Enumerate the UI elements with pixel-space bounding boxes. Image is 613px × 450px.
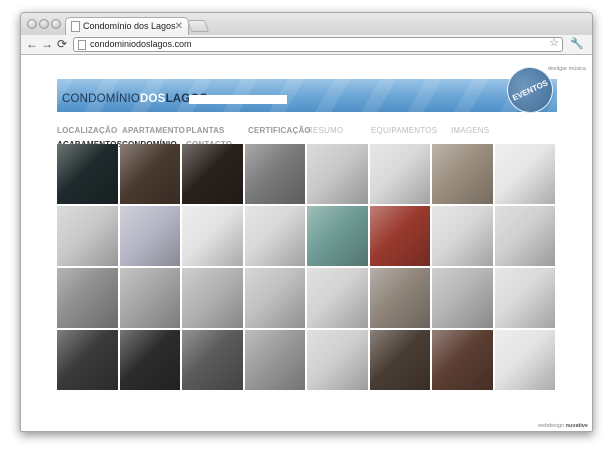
subnav-imagens[interactable]: IMAGENS	[451, 126, 489, 135]
range-hood-photo[interactable]	[244, 144, 306, 205]
kitchen-sink-photo[interactable]	[307, 144, 369, 205]
bath-tap-photo[interactable]	[432, 206, 494, 267]
nav-localizacao[interactable]: LOCALIZAÇÃO	[57, 126, 117, 135]
subnav-resumo[interactable]: RESUMO	[307, 126, 343, 135]
air-vent-photo[interactable]	[307, 330, 369, 391]
bookmark-star-icon[interactable]: ☆	[549, 37, 559, 50]
alarm-keypad-photo[interactable]	[182, 206, 244, 267]
ceramic-hob-photo[interactable]	[57, 144, 119, 205]
finishes-gallery	[57, 144, 557, 392]
browser-window: Condomínio dos Lagos ✕ ← → ⟳ condominiod…	[20, 12, 593, 432]
new-tab-button[interactable]	[186, 20, 210, 32]
blinds-kitchen-photo[interactable]	[369, 268, 431, 329]
minimize-window-button[interactable]	[39, 19, 49, 29]
logo-part-2: DOS	[140, 93, 166, 105]
page-icon	[78, 40, 86, 50]
wall-basin-photo[interactable]	[494, 206, 556, 267]
shower-mixer-photo[interactable]	[57, 268, 119, 329]
url-text: condominiodoslagos.com	[90, 39, 192, 49]
toilet-photo[interactable]	[244, 268, 306, 329]
shutter-photo[interactable]	[119, 330, 181, 391]
roller-blind-photo[interactable]	[182, 330, 244, 391]
bath-spout-photo[interactable]	[494, 268, 556, 329]
tab-title: Condomínio dos Lagos	[83, 21, 176, 31]
back-icon[interactable]: ←	[25, 37, 39, 52]
bidet-photo[interactable]	[307, 268, 369, 329]
nav-certificacao[interactable]: CERTIFICAÇÃO	[248, 126, 311, 135]
boiler-panel-photo[interactable]	[119, 206, 181, 267]
footer-webdesign: webdesign	[537, 423, 565, 429]
tab-strip: Condomínio dos Lagos ✕	[21, 13, 592, 35]
logo-part-1: CONDOMÍNIO	[62, 93, 141, 105]
towel-radiator-photo[interactable]	[119, 268, 181, 329]
washing-machine-photo[interactable]	[57, 206, 119, 267]
fridge-photo[interactable]	[432, 330, 494, 391]
microwave-photo[interactable]	[119, 144, 181, 205]
steel-sink-photo[interactable]	[432, 144, 494, 205]
faucet-photo[interactable]	[494, 144, 556, 205]
subnav-equipamentos[interactable]: EQUIPAMENTOS	[371, 126, 437, 135]
tab-close-icon[interactable]: ✕	[175, 18, 183, 35]
page-icon	[71, 21, 80, 32]
forward-icon[interactable]: →	[40, 37, 54, 52]
browser-tab[interactable]: Condomínio dos Lagos ✕	[65, 17, 189, 35]
nav-plantas[interactable]: PLANTAS	[186, 126, 225, 135]
reload-icon[interactable]: ⟳	[55, 37, 69, 52]
nav-apartamento[interactable]: APARTAMENTO	[122, 126, 185, 135]
zoom-window-button[interactable]	[51, 19, 61, 29]
web-page: desligar música CONDOMÍNIODOSLAGOS EVENT…	[21, 56, 592, 431]
site-logo[interactable]: CONDOMÍNIODOSLAGOS	[62, 93, 207, 105]
logo-bar	[189, 95, 287, 104]
marble-counter-photo[interactable]	[432, 268, 494, 329]
address-bar[interactable]: condominiodoslagos.com ☆	[73, 37, 563, 52]
header-banner: CONDOMÍNIODOSLAGOS EVENTOS	[57, 59, 561, 121]
browser-toolbar: ← → ⟳ condominiodoslagos.com ☆ 🔧	[21, 35, 592, 55]
intercom-photo[interactable]	[244, 206, 306, 267]
washbasin-photo[interactable]	[307, 206, 369, 267]
water-heater-photo[interactable]	[369, 144, 431, 205]
bathtub-photo[interactable]	[182, 268, 244, 329]
pedestal-sink-photo[interactable]	[369, 206, 431, 267]
footer-credits: webdesign nuvative	[538, 423, 588, 429]
toggle-music-link[interactable]: desligar música	[548, 66, 586, 72]
wrench-icon[interactable]: 🔧	[570, 37, 584, 50]
window-slats-photo[interactable]	[244, 330, 306, 391]
dishwasher-photo[interactable]	[369, 330, 431, 391]
close-window-button[interactable]	[27, 19, 37, 29]
window-blind-photo[interactable]	[57, 330, 119, 391]
door-handle-photo[interactable]	[494, 330, 556, 391]
footer-agency-link[interactable]: nuvative	[566, 423, 588, 429]
oven-photo[interactable]	[182, 144, 244, 205]
